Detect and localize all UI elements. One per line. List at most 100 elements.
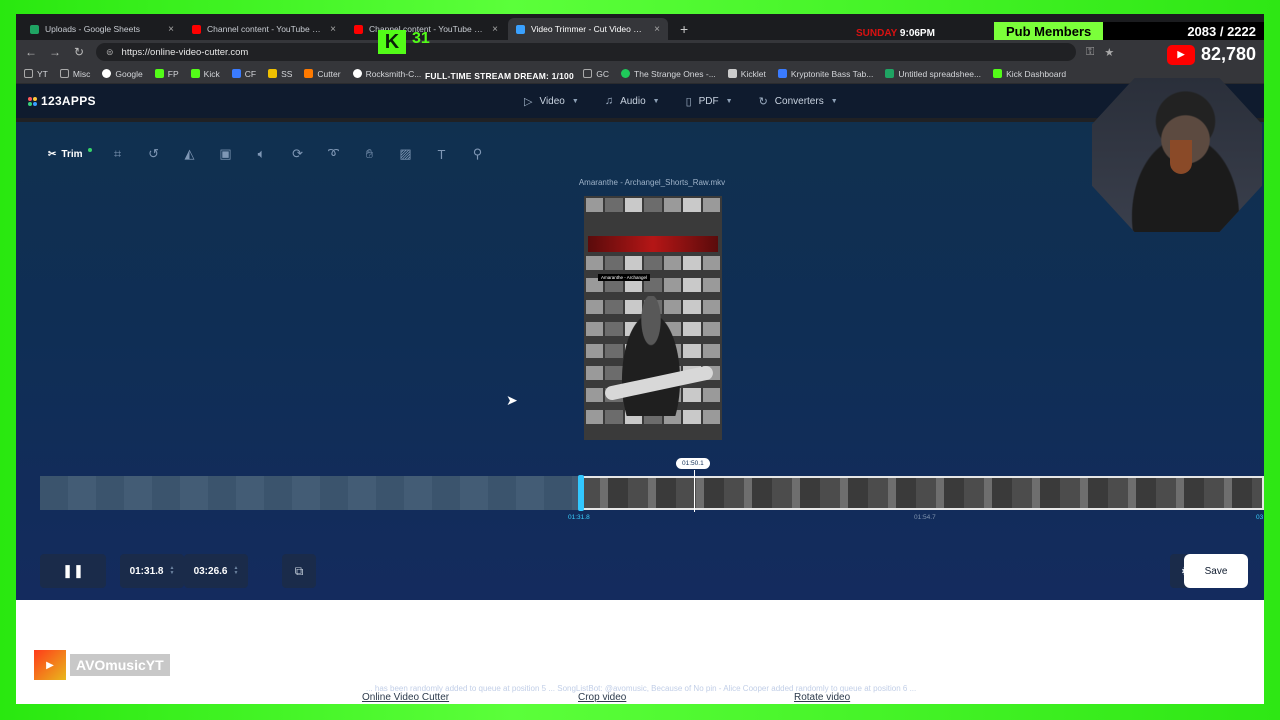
sheets-icon <box>885 69 895 78</box>
bookmark-gc[interactable]: GC <box>583 69 609 79</box>
stepper-icon[interactable]: ▲ ▼ <box>233 566 238 576</box>
bookmark-label: Google <box>115 68 143 79</box>
bookmarks-bar: YT Misc Google FP Kick CF SS Cutter Rock… <box>16 64 1264 84</box>
pub-members-label: Pub Members <box>994 22 1104 40</box>
end-time-input[interactable]: 03:26.6 ▲ ▼ <box>184 554 248 588</box>
chevron-down-icon: ▼ <box>830 97 838 105</box>
folder-icon <box>24 69 33 78</box>
close-icon[interactable]: × <box>168 24 174 35</box>
key-icon[interactable]: ⚿ <box>1086 46 1094 59</box>
clock-time: 9:06PM <box>899 28 935 39</box>
timeline[interactable] <box>40 470 1264 512</box>
tab-label: Channel content - YouTube Studio <box>207 24 325 34</box>
subscriber-number: 82,780 <box>1200 44 1256 64</box>
timeline-excluded-region <box>40 476 580 510</box>
link-crop-video[interactable]: Crop video <box>578 692 626 703</box>
trim-label: Trim <box>61 148 83 160</box>
pub-members-bar: Pub Members 2083 / 2222 <box>994 22 1264 40</box>
video-caption: Amaranthe - Archangel <box>598 274 651 281</box>
close-icon[interactable]: × <box>492 24 498 35</box>
brand-logo[interactable]: 123APPS <box>28 94 96 108</box>
reload-icon[interactable]: ↻ <box>72 45 86 59</box>
bookmark-label: SS <box>281 68 293 79</box>
logo-dots-icon <box>28 96 37 106</box>
nav-converters[interactable]: ↻ Converters ▼ <box>759 95 838 108</box>
split-button[interactable]: ⧉ <box>282 554 316 588</box>
app-header: 123APPS ▷ Video ▼ ♫ Audio ▼ ▯ PDF ▼ ↻ Converter… <box>16 84 1264 118</box>
crop-icon[interactable]: ⌗ <box>108 144 128 164</box>
text-icon[interactable]: T <box>432 144 452 164</box>
volume-icon[interactable]: 🔈︎ <box>252 144 272 164</box>
document-icon: ▯ <box>685 95 692 108</box>
folder-icon <box>583 69 593 78</box>
address-bar: ← → ↻ ⊜ https://online-video-cutter.com … <box>16 40 1264 64</box>
bookmark-rocksmith[interactable]: Rocksmith-C... <box>352 68 422 79</box>
stepper-icon[interactable]: ▲ ▼ <box>169 566 174 576</box>
ss-icon <box>268 69 278 78</box>
video-trimmer-icon <box>516 24 525 34</box>
timeline-selection[interactable] <box>580 476 1264 510</box>
start-time-input[interactable]: 01:31.8 ▲ ▼ <box>120 554 184 588</box>
bookmark-fp[interactable]: FP <box>154 69 179 79</box>
trim-tool-button[interactable]: ✂ Trim <box>40 144 92 164</box>
tab-video-trimmer[interactable]: Video Trimmer - Cut Video Online × <box>508 18 668 40</box>
timeline-mid-label: 01:54.7 <box>914 514 936 521</box>
image-icon[interactable]: ▨ <box>396 144 416 164</box>
tab-label: Video Trimmer - Cut Video Online <box>531 24 649 34</box>
resize-icon[interactable]: ▣ <box>216 144 236 164</box>
playhead[interactable] <box>694 470 695 512</box>
bookmark-cf[interactable]: CF <box>231 69 256 79</box>
bookmark-yt[interactable]: YT <box>24 69 48 79</box>
save-button[interactable]: Save <box>1184 554 1248 588</box>
chevron-down-icon: ▼ <box>652 97 660 105</box>
brand-name: 123APPS <box>41 94 96 108</box>
video-icon: ▷ <box>524 95 533 108</box>
kick-logo-icon: K <box>378 30 406 54</box>
spotify-icon <box>621 69 631 78</box>
nav-video[interactable]: ▷ Video ▼ <box>524 95 579 108</box>
scissors-icon: ✂ <box>48 148 57 160</box>
link-rotate-video[interactable]: Rotate video <box>794 692 850 703</box>
bookmark-label: Kicklet <box>740 68 766 79</box>
bookmark-kryptonite[interactable]: Kryptonite Bass Tab... <box>777 69 873 79</box>
close-icon[interactable]: × <box>330 24 336 35</box>
pause-button[interactable]: ❚❚ <box>40 554 106 588</box>
speed-icon[interactable]: ⟳ <box>288 144 308 164</box>
tab-youtube-studio-1[interactable]: Channel content - YouTube Studio × <box>184 18 344 40</box>
bookmark-misc[interactable]: Misc <box>59 69 90 79</box>
playhead-time: 01:50.1 <box>676 458 710 469</box>
split-icon: ⧉ <box>294 563 304 578</box>
bookmark-kicklet[interactable]: Kicklet <box>727 68 766 79</box>
bookmark-label: Rocksmith-C... <box>365 68 422 79</box>
bookmark-kick[interactable]: Kick <box>190 69 220 79</box>
trim-start-handle[interactable] <box>578 475 584 511</box>
back-icon[interactable]: ← <box>24 45 38 59</box>
flip-icon[interactable]: ◭ <box>180 144 200 164</box>
bookmark-label: YT <box>37 68 48 79</box>
nav-pdf[interactable]: ▯ PDF ▼ <box>686 95 733 108</box>
timeline-start-label: 01:31.8 <box>568 514 590 521</box>
loop-icon[interactable]: ➰︎ <box>324 144 344 164</box>
bookmark-ss[interactable]: SS <box>268 69 292 79</box>
close-icon[interactable]: × <box>654 24 660 35</box>
video-preview[interactable]: Amaranthe - Archangel <box>584 196 722 440</box>
nav-label: Video <box>539 95 565 107</box>
site-info-icon[interactable]: ⊜ <box>106 47 114 58</box>
tab-uploads-sheets[interactable]: Uploads - Google Sheets × <box>22 18 182 40</box>
watermark-icon[interactable]: ⚲ <box>468 144 488 164</box>
bookmark-google[interactable]: Google <box>102 68 143 79</box>
url-field[interactable]: ⊜ https://online-video-cutter.com <box>96 43 1076 61</box>
rotate-icon[interactable]: ↺ <box>144 144 164 164</box>
new-tab-button[interactable]: + <box>670 18 698 40</box>
forward-icon[interactable]: → <box>48 45 62 59</box>
nav-audio[interactable]: ♫ Audio ▼ <box>605 95 660 108</box>
bookmark-strange-ones[interactable]: The Strange Ones -... <box>621 69 716 79</box>
editor-toolbar: ✂ Trim ⌗ ↺ ◭ ▣ 🔈︎ ⟳ ➰︎ ✋︎ ▨ T ⚲ <box>40 144 488 164</box>
link-online-video-cutter[interactable]: Online Video Cutter <box>362 692 449 703</box>
bookmark-untitled-sheet[interactable]: Untitled spreadshee... <box>885 69 981 79</box>
bookmark-kick-dashboard[interactable]: Kick Dashboard <box>993 69 1066 79</box>
star-icon[interactable]: ★ <box>1104 46 1114 59</box>
channel-tag: ▶ AVOmusicYT <box>34 650 170 680</box>
stabilize-icon[interactable]: ✋︎ <box>360 144 380 164</box>
bookmark-cutter[interactable]: Cutter <box>304 69 341 79</box>
